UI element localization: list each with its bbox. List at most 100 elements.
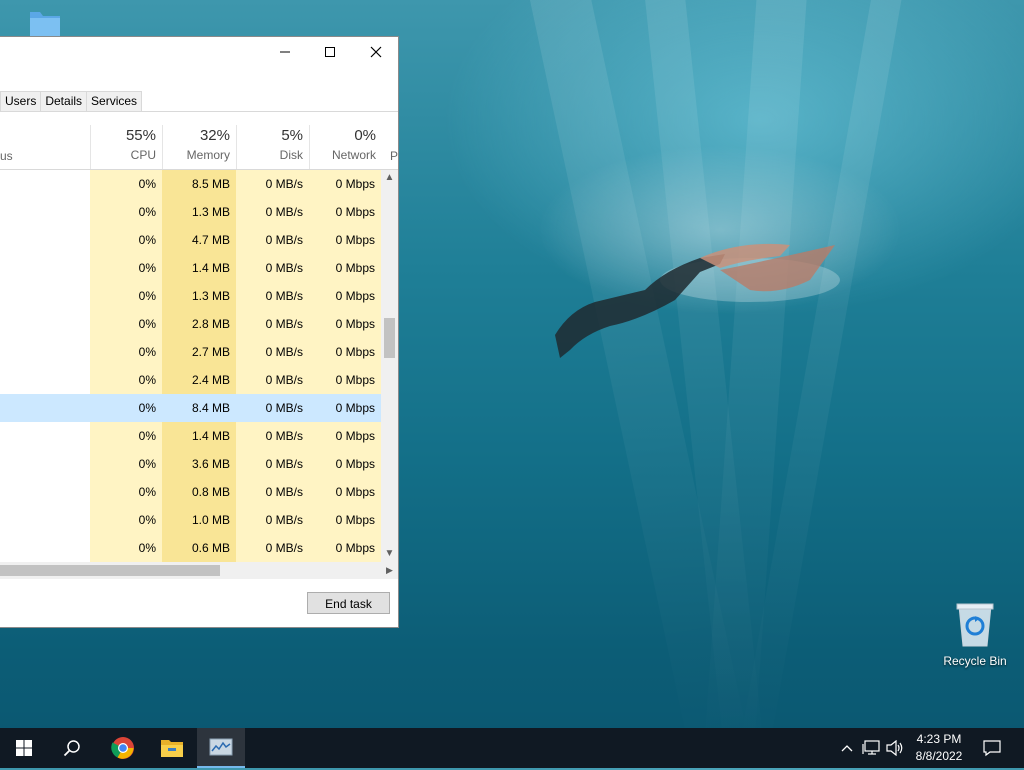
network-cell: 0 Mbps	[309, 282, 381, 310]
cpu-cell: 0%	[90, 506, 162, 534]
disk-cell: 0 MB/s	[236, 310, 309, 338]
maximize-icon	[325, 47, 335, 57]
cpu-column-header[interactable]: 55% CPU	[90, 125, 162, 169]
disk-cell: 0 MB/s	[236, 422, 309, 450]
cpu-cell: 0%	[90, 366, 162, 394]
chrome-button[interactable]	[99, 728, 147, 768]
network-cell: 0 Mbps	[309, 366, 381, 394]
disk-column-header[interactable]: 5% Disk	[236, 125, 309, 169]
process-row[interactable]: 0% 8.4 MB 0 MB/s 0 Mbps	[0, 394, 381, 422]
cpu-cell: 0%	[90, 170, 162, 198]
network-cell: 0 Mbps	[309, 338, 381, 366]
network-cell: 0 Mbps	[309, 450, 381, 478]
disk-cell: 0 MB/s	[236, 338, 309, 366]
horizontal-scroll-thumb[interactable]	[0, 565, 220, 576]
horizontal-scrollbar[interactable]	[0, 562, 381, 579]
network-column-header[interactable]: 0% Network	[309, 125, 382, 169]
scroll-right-arrow-icon[interactable]: ▶	[381, 562, 398, 579]
notification-icon	[983, 740, 1001, 757]
minimize-icon	[280, 51, 290, 53]
network-percent: 0%	[354, 127, 376, 144]
process-row[interactable]: 0% 1.4 MB 0 MB/s 0 Mbps	[0, 422, 381, 450]
search-icon	[63, 740, 80, 757]
recycle-bin-label: Recycle Bin	[943, 654, 1007, 668]
process-row[interactable]: 0% 1.3 MB 0 MB/s 0 Mbps	[0, 282, 381, 310]
process-row[interactable]: 0% 0.8 MB 0 MB/s 0 Mbps	[0, 478, 381, 506]
network-cell: 0 Mbps	[309, 254, 381, 282]
memory-column-header[interactable]: 32% Memory	[162, 125, 236, 169]
memory-cell: 3.6 MB	[162, 450, 236, 478]
action-center-button[interactable]	[980, 728, 1004, 768]
vertical-scrollbar[interactable]: ▲ ▼	[381, 170, 398, 562]
network-cell: 0 Mbps	[309, 170, 381, 198]
cpu-percent: 55%	[125, 127, 156, 144]
memory-cell: 1.3 MB	[162, 282, 236, 310]
task-manager-taskbar-button[interactable]	[197, 728, 245, 768]
network-cell: 0 Mbps	[335, 401, 375, 415]
memory-label: Memory	[186, 148, 230, 162]
memory-cell: 1.0 MB	[162, 506, 236, 534]
disk-percent: 5%	[281, 127, 303, 144]
recycle-bin[interactable]: Recycle Bin	[940, 600, 1010, 672]
cpu-cell: 0%	[90, 310, 162, 338]
disk-label: Disk	[279, 148, 303, 162]
minimize-button[interactable]	[262, 37, 308, 67]
process-row[interactable]: 0% 0.6 MB 0 MB/s 0 Mbps	[0, 534, 381, 562]
memory-cell: 4.7 MB	[162, 226, 236, 254]
process-row[interactable]: 0% 3.6 MB 0 MB/s 0 Mbps	[0, 450, 381, 478]
taskbar: 4:23 PM 8/8/2022	[0, 728, 1024, 768]
search-button[interactable]	[48, 728, 96, 768]
taskbar-clock[interactable]: 4:23 PM 8/8/2022	[904, 731, 974, 765]
status-column-header[interactable]: us	[0, 149, 13, 163]
memory-cell: 8.4 MB	[162, 394, 236, 422]
end-task-button[interactable]: End task	[307, 592, 390, 614]
memory-cell: 8.5 MB	[162, 170, 236, 198]
memory-cell: 1.4 MB	[162, 422, 236, 450]
process-row[interactable]: 0% 1.3 MB 0 MB/s 0 Mbps	[0, 198, 381, 226]
tab-details[interactable]: Details	[40, 91, 88, 112]
process-row[interactable]: 0% 2.8 MB 0 MB/s 0 Mbps	[0, 310, 381, 338]
tab-users[interactable]: Users	[0, 91, 42, 112]
volume-tray-button[interactable]	[884, 728, 906, 768]
chevron-up-icon	[841, 745, 853, 752]
scroll-up-arrow-icon[interactable]: ▲	[381, 170, 398, 186]
file-explorer-button[interactable]	[148, 728, 196, 768]
start-button[interactable]	[0, 728, 48, 768]
network-tray-button[interactable]	[860, 728, 882, 768]
close-icon	[370, 46, 382, 58]
memory-cell: 0.8 MB	[162, 478, 236, 506]
vertical-scroll-thumb[interactable]	[384, 318, 395, 358]
cpu-cell: 0%	[90, 534, 162, 562]
memory-cell: 1.3 MB	[162, 198, 236, 226]
memory-cell: 1.4 MB	[162, 254, 236, 282]
disk-cell: 0 MB/s	[236, 226, 309, 254]
title-bar[interactable]	[0, 37, 398, 85]
power-column-header[interactable]: P	[390, 149, 398, 163]
process-row[interactable]: 0% 1.4 MB 0 MB/s 0 Mbps	[0, 254, 381, 282]
cpu-cell: 0%	[90, 282, 162, 310]
process-row[interactable]: 0% 1.0 MB 0 MB/s 0 Mbps	[0, 506, 381, 534]
tab-divider	[0, 111, 398, 112]
cpu-cell: 0%	[90, 338, 162, 366]
scroll-down-arrow-icon[interactable]: ▼	[381, 546, 398, 562]
network-cell: 0 Mbps	[309, 198, 381, 226]
folder-icon[interactable]	[30, 10, 60, 38]
disk-cell: 0 MB/s	[236, 506, 309, 534]
disk-cell: 0 MB/s	[236, 450, 309, 478]
process-row[interactable]: 0% 8.5 MB 0 MB/s 0 Mbps	[0, 170, 381, 198]
maximize-button[interactable]	[307, 37, 353, 67]
process-row[interactable]: 0% 2.4 MB 0 MB/s 0 Mbps	[0, 366, 381, 394]
disk-cell: 0 MB/s	[236, 198, 309, 226]
task-manager-window[interactable]: Users Details Services us 55% CPU 32% Me…	[0, 36, 399, 628]
process-list[interactable]: 0% 8.5 MB 0 MB/s 0 Mbps 0% 1.3 MB 0 MB/s 0 Mbps…	[0, 170, 381, 562]
memory-cell: 2.7 MB	[162, 338, 236, 366]
process-row[interactable]: 0% 2.7 MB 0 MB/s 0 Mbps	[0, 338, 381, 366]
process-row[interactable]: 0% 4.7 MB 0 MB/s 0 Mbps	[0, 226, 381, 254]
clock-date: 8/8/2022	[915, 749, 963, 763]
close-button[interactable]	[353, 37, 399, 67]
show-hidden-icons-button[interactable]	[838, 728, 856, 768]
cpu-cell: 0%	[90, 226, 162, 254]
tab-services[interactable]: Services	[86, 91, 143, 112]
cpu-cell: 0%	[90, 422, 162, 450]
memory-cell: 2.4 MB	[162, 366, 236, 394]
